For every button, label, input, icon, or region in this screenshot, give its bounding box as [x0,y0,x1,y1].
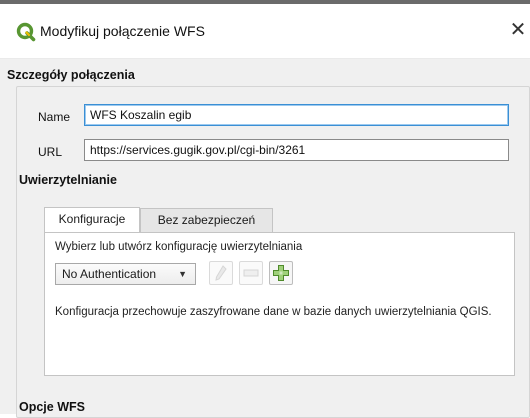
auth-config-value: No Authentication [62,267,157,281]
url-field[interactable]: https://services.gugik.gov.pl/cgi-bin/32… [84,139,509,161]
pencil-icon [215,265,227,281]
close-button[interactable]: ✕ [508,18,528,42]
remove-config-button[interactable] [239,261,263,285]
authentication-title: Uwierzytelnianie [19,173,117,187]
plus-icon [273,265,289,281]
select-config-prompt: Wybierz lub utwórz konfigurację uwierzyt… [55,241,303,253]
name-label: Name [38,110,71,124]
qgis-logo-icon [16,22,36,42]
chevron-down-icon: ▼ [178,269,187,279]
tab-konfiguracje[interactable]: Konfiguracje [44,207,140,232]
wfs-options-title: Opcje WFS [19,400,85,414]
connection-details-title: Szczegóły połączenia [7,68,135,82]
name-field[interactable]: WFS Koszalin egib [84,104,509,126]
title-bar: Modyfikuj połączenie WFS ✕ [0,4,530,59]
minus-icon [243,269,259,277]
window-title: Modyfikuj połączenie WFS [40,23,205,39]
auth-config-select[interactable]: No Authentication ▼ [55,263,196,285]
auth-info-text: Konfiguracja przechowuje zaszyfrowane da… [55,306,492,318]
add-config-button[interactable] [269,261,293,285]
tab-bez-zabezpieczen[interactable]: Bez zabezpieczeń [140,208,273,232]
url-label: URL [38,145,63,159]
auth-config-panel: Wybierz lub utwórz konfigurację uwierzyt… [44,232,515,376]
edit-config-button[interactable] [209,261,233,285]
